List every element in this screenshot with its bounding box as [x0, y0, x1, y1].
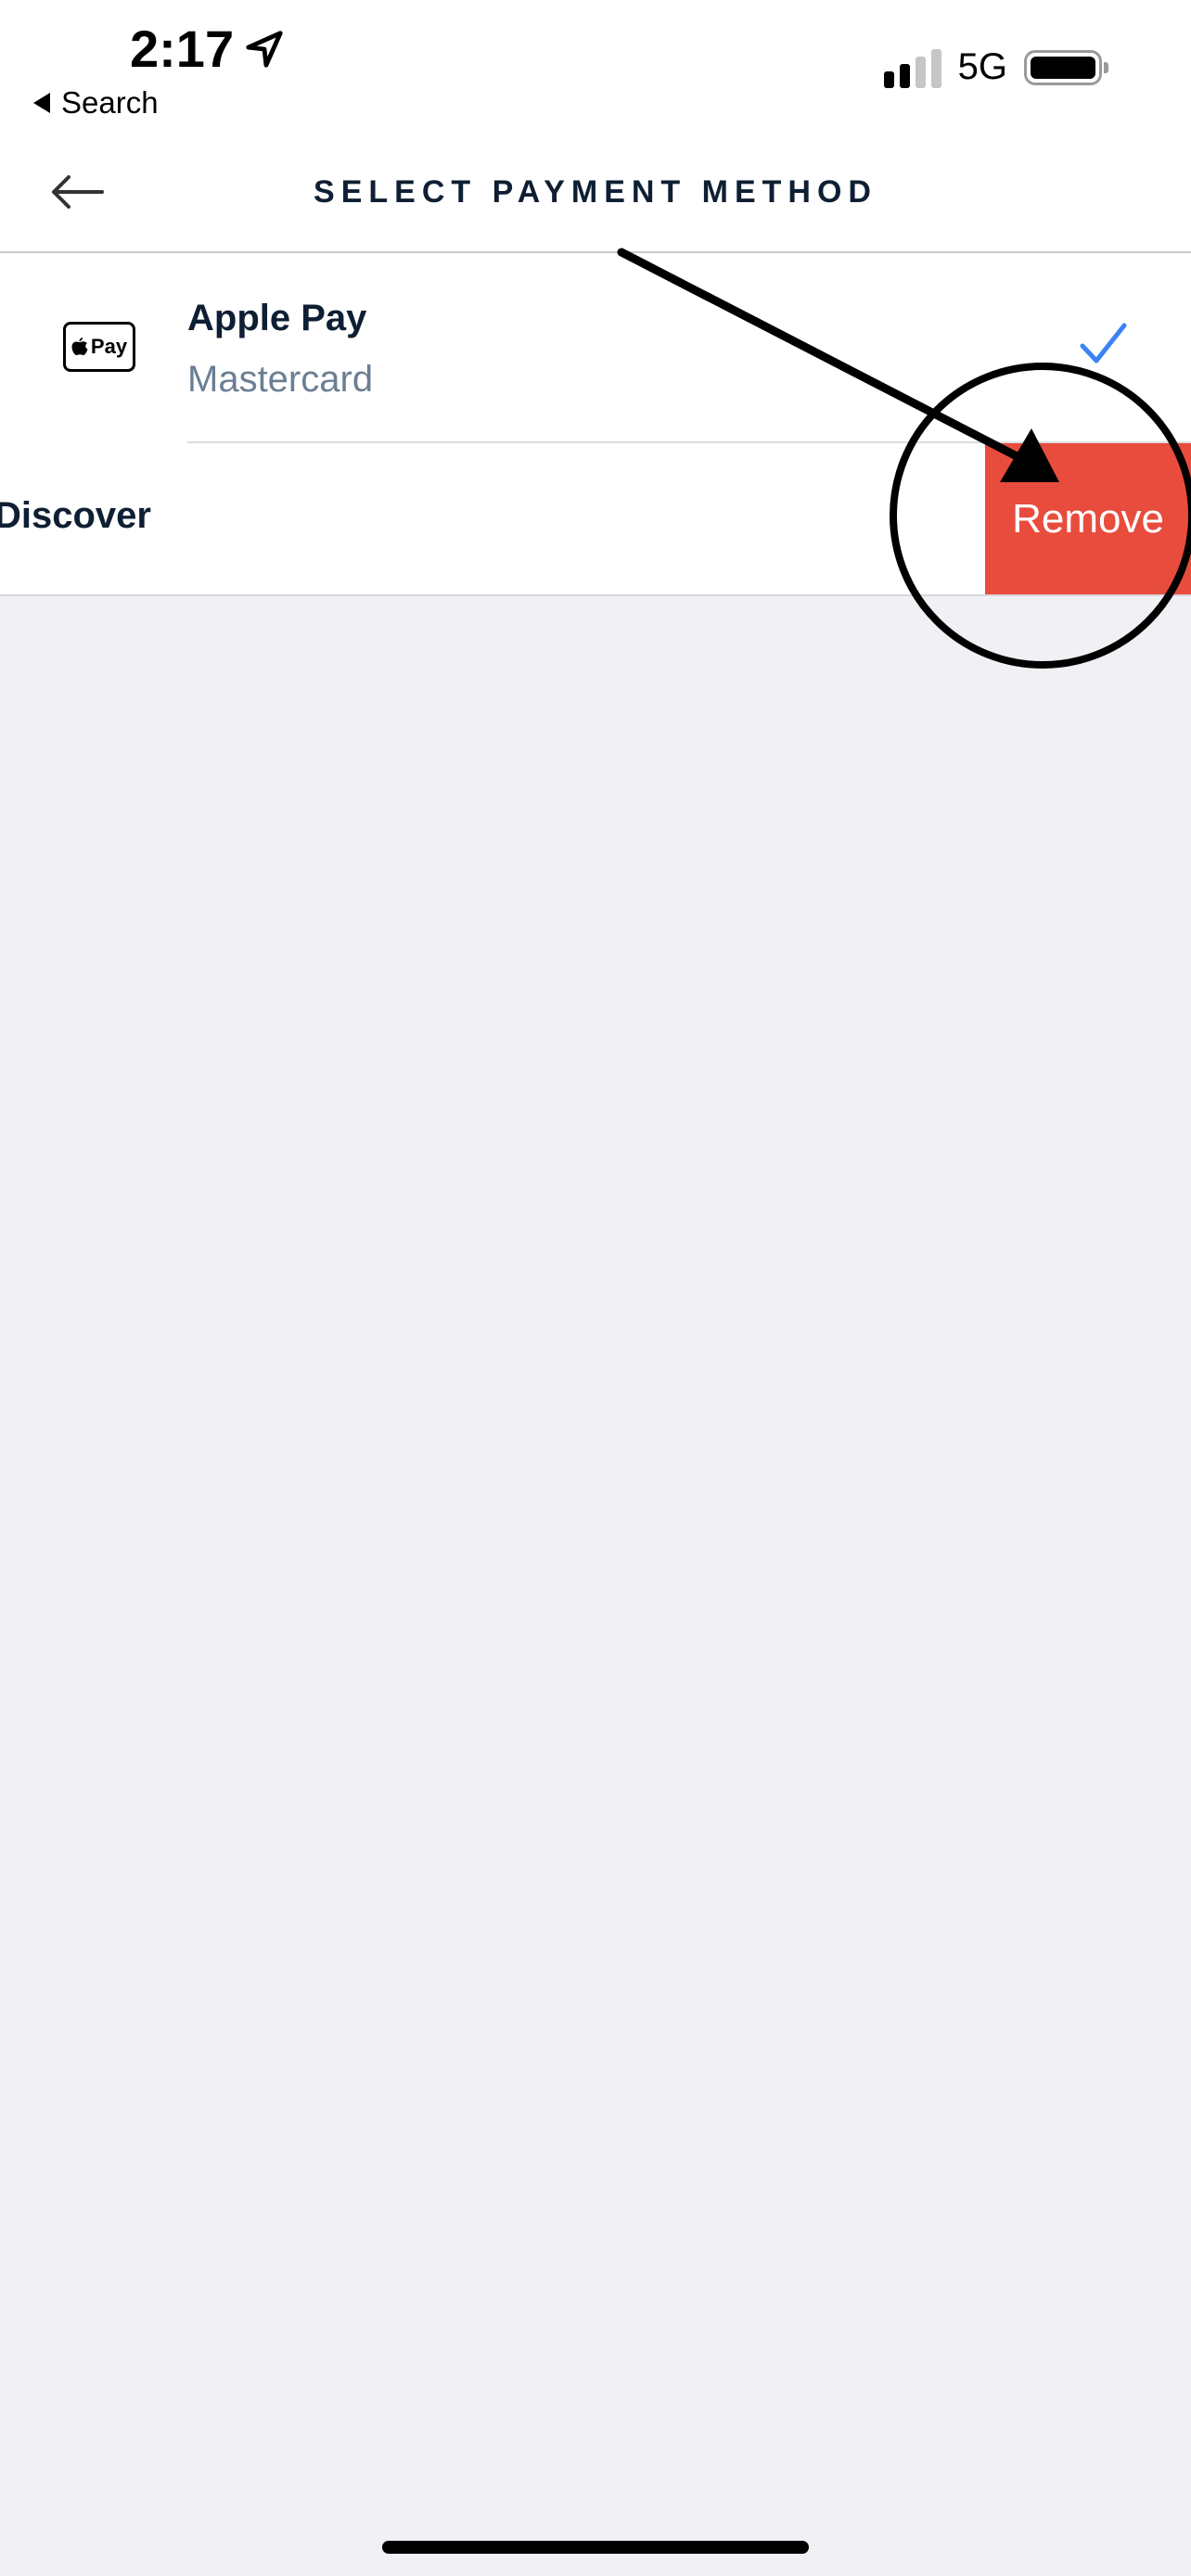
back-to-search[interactable]: Search — [33, 85, 159, 121]
payment-method-row-discover[interactable]: Discover •• Remove — [0, 443, 1191, 594]
back-to-search-label: Search — [61, 85, 159, 120]
status-indicators: 5G — [883, 46, 1108, 88]
home-indicator[interactable] — [382, 2541, 809, 2554]
payment-method-title: Apple Pay — [187, 298, 367, 338]
remove-button[interactable]: Remove — [985, 443, 1191, 594]
apple-icon — [71, 338, 88, 355]
status-time: 2:17 — [130, 19, 286, 79]
checkmark-icon — [1080, 323, 1127, 363]
header: 2:17 Search 5G SELECT PAYMENT METHOD — [0, 0, 1191, 253]
time-text: 2:17 — [130, 19, 235, 78]
payment-method-title: Discover •• — [0, 495, 154, 536]
location-arrow-icon — [246, 30, 283, 68]
page-title: SELECT PAYMENT METHOD — [314, 174, 877, 210]
payment-method-list: Pay Apple Pay Mastercard Discover •• Rem… — [0, 253, 1191, 596]
payment-method-row-apple-pay[interactable]: Pay Apple Pay Mastercard — [0, 253, 1191, 441]
apple-pay-logo-icon: Pay — [63, 322, 135, 372]
battery-icon — [1024, 49, 1108, 85]
cellular-signal-icon — [883, 47, 941, 88]
apple-pay-logo-text: Pay — [90, 335, 128, 358]
network-type: 5G — [957, 46, 1007, 87]
payment-method-subtitle: Mastercard — [187, 359, 374, 400]
back-triangle-icon — [33, 93, 50, 113]
